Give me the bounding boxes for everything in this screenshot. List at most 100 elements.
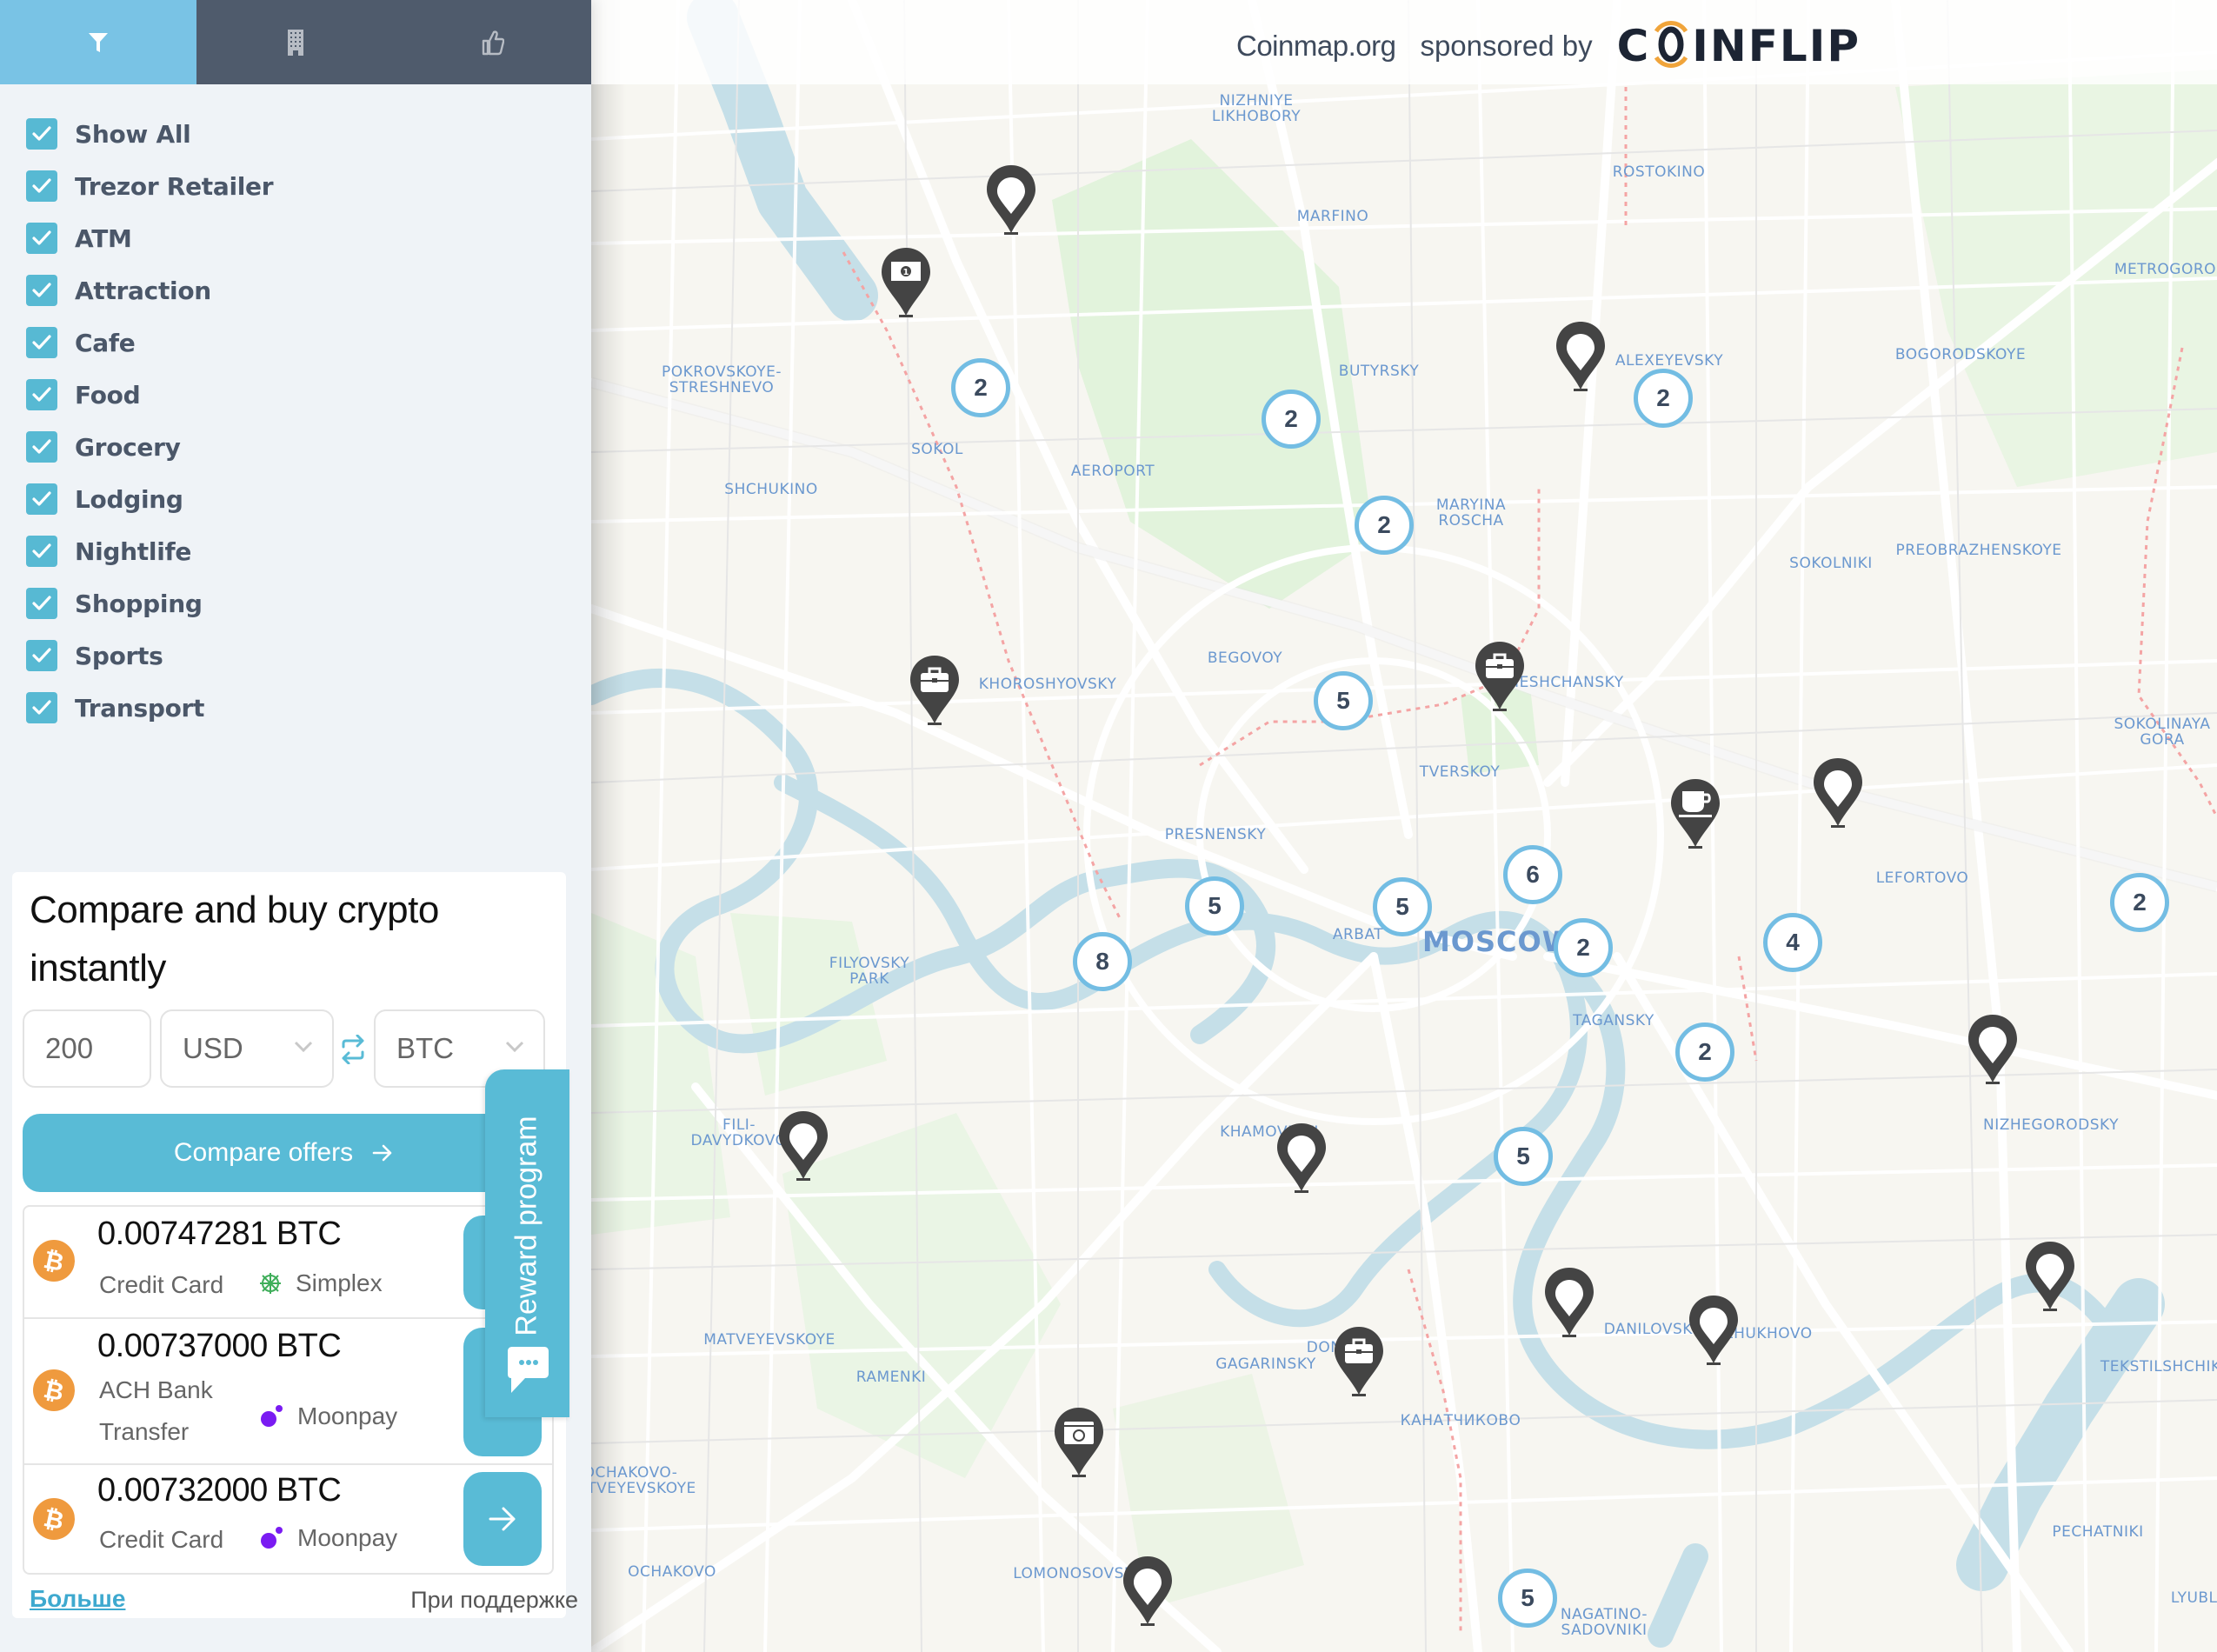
- checkmark-icon: [32, 178, 51, 193]
- filter-transport[interactable]: Transport: [0, 682, 591, 734]
- map-district-label: ROSTOKINO: [1612, 163, 1706, 181]
- filter-icon: [89, 32, 108, 52]
- marker-cluster[interactable]: 2: [1554, 918, 1613, 977]
- filter-label: Cafe: [75, 328, 136, 357]
- marker-cluster[interactable]: 2: [951, 358, 1010, 417]
- map-pin-cafe[interactable]: [1669, 777, 1721, 850]
- checkbox[interactable]: [26, 275, 57, 306]
- marker-cluster[interactable]: 5: [1314, 671, 1373, 730]
- checkbox[interactable]: [26, 379, 57, 410]
- filter-attraction[interactable]: Attraction: [0, 264, 591, 316]
- offer-item[interactable]: ₿ 0.00737000 BTC ACH Bank Transfer Moonp…: [24, 1319, 552, 1465]
- filter-trezor-retailer[interactable]: Trezor Retailer: [0, 160, 591, 212]
- map-pin-default[interactable]: [1967, 1013, 2019, 1086]
- location-pin-icon: [1556, 322, 1605, 391]
- filter-lodging[interactable]: Lodging: [0, 473, 591, 525]
- marker-cluster[interactable]: 6: [1503, 845, 1562, 904]
- filter-grocery[interactable]: Grocery: [0, 421, 591, 473]
- checkmark-icon: [32, 230, 51, 245]
- marker-cluster[interactable]: 5: [1185, 876, 1244, 936]
- checkbox[interactable]: [26, 692, 57, 723]
- arrow-right-icon: [489, 1507, 516, 1531]
- marker-cluster[interactable]: 5: [1494, 1127, 1553, 1186]
- map[interactable]: NIZHNIYE LIKHOBORY ROSTOKINO MARFINO METROG…: [591, 0, 2217, 1652]
- from-currency-select[interactable]: USD: [160, 1009, 334, 1088]
- checkmark-icon: [32, 596, 51, 610]
- coinflip-o-icon: [1651, 21, 1691, 68]
- map-district-label: NIZHNIYE LIKHOBORY: [1211, 92, 1302, 125]
- map-pin-default[interactable]: [985, 163, 1037, 236]
- checkbox[interactable]: [26, 536, 57, 567]
- filter-label: Trezor Retailer: [75, 171, 274, 201]
- marker-cluster[interactable]: 5: [1373, 877, 1432, 936]
- compare-offers-button[interactable]: Compare offers: [23, 1114, 544, 1192]
- offer-select-button[interactable]: [463, 1472, 542, 1566]
- marker-cluster[interactable]: 5: [1498, 1569, 1557, 1628]
- marker-cluster[interactable]: 2: [1262, 390, 1321, 449]
- svg-text:1: 1: [903, 268, 909, 277]
- map-district-label: LEFORTOVO: [1875, 869, 1969, 887]
- simplex-icon: [260, 1273, 281, 1294]
- reward-program-tab[interactable]: Reward program: [485, 1069, 569, 1417]
- location-pin-icon: [1689, 1296, 1738, 1365]
- map-tiles: [591, 0, 2217, 1652]
- checkbox[interactable]: [26, 327, 57, 358]
- map-district-label: OCHAKOVO: [628, 1563, 716, 1581]
- filter-shopping[interactable]: Shopping: [0, 577, 591, 629]
- map-pin-attraction[interactable]: [1053, 1406, 1105, 1479]
- offer-method: ACH Bank Transfer: [99, 1376, 213, 1445]
- checkbox[interactable]: [26, 170, 57, 202]
- map-district-label: SOKOLNIKI: [1789, 555, 1873, 572]
- filter-atm[interactable]: ATM: [0, 212, 591, 264]
- map-pin-default[interactable]: [1555, 320, 1607, 393]
- filter-label: Lodging: [75, 484, 183, 514]
- marker-cluster[interactable]: 8: [1073, 932, 1132, 991]
- marker-cluster[interactable]: 2: [1355, 496, 1414, 555]
- filter-sports[interactable]: Sports: [0, 629, 591, 682]
- map-pin-default[interactable]: [1688, 1294, 1740, 1367]
- map-pin-atm[interactable]: 1: [880, 246, 932, 319]
- filter-label: ATM: [75, 223, 132, 253]
- marker-cluster[interactable]: 4: [1763, 913, 1822, 972]
- map-pin-shopping[interactable]: [1474, 640, 1526, 713]
- shopping-pin-icon: [910, 656, 959, 725]
- filter-show-all[interactable]: Show All: [0, 108, 591, 160]
- amount-input[interactable]: 200: [23, 1009, 151, 1088]
- checkbox[interactable]: [26, 640, 57, 671]
- offer-amount: 0.00732000 BTC: [97, 1472, 342, 1509]
- marker-cluster[interactable]: 2: [1675, 1023, 1734, 1082]
- coinflip-logo[interactable]: C INFLIP: [1617, 21, 1861, 71]
- checkbox[interactable]: [26, 118, 57, 150]
- site-name[interactable]: Coinmap.org: [1236, 30, 1396, 63]
- map-pin-default[interactable]: [1275, 1122, 1328, 1195]
- location-pin-icon: [987, 165, 1035, 235]
- filter-food[interactable]: Food: [0, 369, 591, 421]
- map-pin-default[interactable]: [777, 1109, 829, 1182]
- map-pin-shopping[interactable]: [1333, 1325, 1385, 1398]
- offer-item[interactable]: ₿ 0.00732000 BTC Credit Card Moonpay: [24, 1465, 552, 1573]
- map-pin-shopping[interactable]: [909, 654, 961, 727]
- tab-filter[interactable]: [0, 0, 196, 84]
- checkbox[interactable]: [26, 223, 57, 254]
- checkbox[interactable]: [26, 483, 57, 515]
- tab-venues[interactable]: [196, 0, 394, 84]
- offer-amount: 0.00737000 BTC: [97, 1328, 342, 1364]
- map-pin-default[interactable]: [1812, 756, 1864, 829]
- checkbox[interactable]: [26, 588, 57, 619]
- filter-nightlife[interactable]: Nightlife: [0, 525, 591, 577]
- map-district-label: FILYOVSKY PARK: [829, 955, 910, 988]
- filter-cafe[interactable]: Cafe: [0, 316, 591, 369]
- swap-icon[interactable]: [341, 1035, 365, 1064]
- map-district-label: METROGORODOK: [2114, 261, 2217, 278]
- checkbox[interactable]: [26, 431, 57, 463]
- map-pin-default[interactable]: [1122, 1555, 1174, 1628]
- marker-cluster[interactable]: 2: [1634, 369, 1693, 428]
- map-pin-default[interactable]: [2024, 1240, 2076, 1313]
- map-pin-default[interactable]: [1543, 1266, 1595, 1339]
- tab-recommend[interactable]: [394, 0, 591, 84]
- atm-pin-icon: 1: [882, 248, 930, 317]
- marker-cluster[interactable]: 2: [2110, 873, 2169, 932]
- offer-item[interactable]: ₿ 0.00747281 BTC Credit Card Simplex: [24, 1207, 552, 1319]
- map-district-label: PREOBRAZHENSKOYE: [1895, 542, 2062, 559]
- more-link[interactable]: Больше: [30, 1585, 125, 1613]
